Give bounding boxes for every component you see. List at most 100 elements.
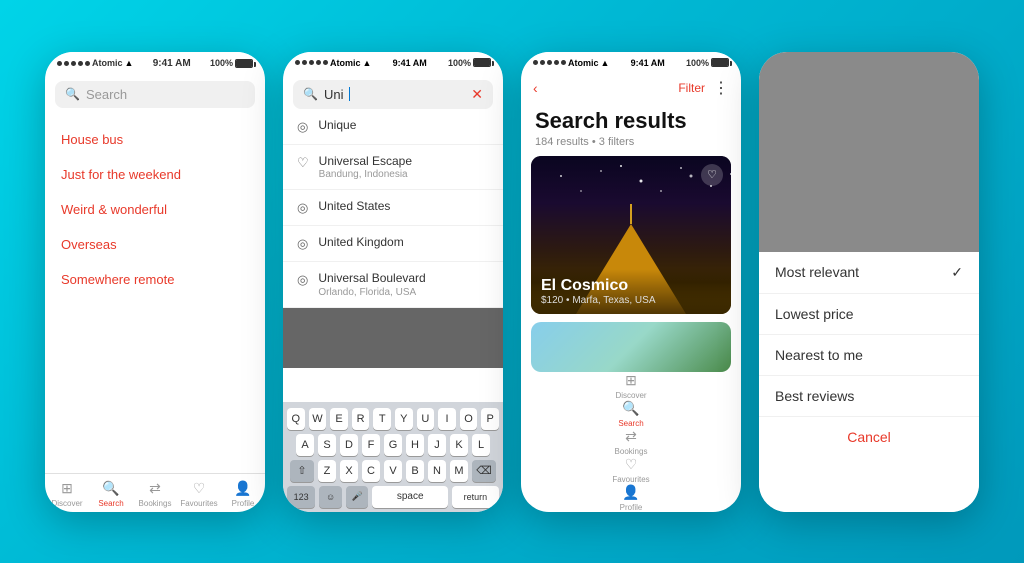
search-tab-icon: 🔍	[102, 480, 119, 497]
menu-item-house-bus[interactable]: House bus	[45, 122, 265, 157]
suggestions-list: ◎ Unique ♡ Universal Escape Bandung, Ind…	[283, 109, 503, 402]
key-n[interactable]: N	[428, 460, 446, 482]
suggestion-universal-escape[interactable]: ♡ Universal Escape Bandung, Indonesia	[283, 145, 503, 191]
wishlist-button[interactable]: ♡	[701, 164, 723, 186]
key-f[interactable]: F	[362, 434, 380, 456]
key-a[interactable]: A	[296, 434, 314, 456]
tab-search-3[interactable]: 🔍 Search	[521, 400, 741, 428]
sort-best-reviews[interactable]: Best reviews	[759, 376, 979, 417]
tab-favourites-label: Favourites	[180, 499, 217, 508]
check-icon: ✓	[951, 264, 963, 281]
key-s[interactable]: S	[318, 434, 336, 456]
tab-bookings-label: Bookings	[139, 499, 172, 508]
screen3-content: ‹ Filter ⋮ Search results 184 results • …	[521, 72, 741, 512]
key-u[interactable]: U	[417, 408, 435, 430]
key-c[interactable]: C	[362, 460, 380, 482]
key-123[interactable]: 123	[287, 486, 315, 508]
carrier-label-2: Atomic	[330, 58, 361, 68]
key-p[interactable]: P	[481, 408, 499, 430]
key-space[interactable]: space	[372, 486, 447, 508]
search-icon-2: 🔍	[303, 87, 318, 101]
more-button[interactable]: ⋮	[713, 78, 729, 98]
tab-profile-3[interactable]: 👤 Profile	[521, 484, 741, 512]
discover-icon: ⊞	[61, 480, 73, 497]
key-delete[interactable]: ⌫	[472, 460, 496, 482]
profile-icon: 👤	[234, 480, 251, 497]
search-placeholder: Search	[86, 87, 127, 102]
listing-card-el-cosmico[interactable]: El Cosmico $120 • Marfa, Texas, USA ♡	[531, 156, 731, 314]
menu-item-somewhere-remote[interactable]: Somewhere remote	[45, 262, 265, 297]
key-z[interactable]: Z	[318, 460, 336, 482]
kb-row-1: Q W E R T Y U I O P	[287, 408, 499, 430]
sort-most-relevant[interactable]: Most relevant ✓	[759, 252, 979, 294]
key-r[interactable]: R	[352, 408, 370, 430]
menu-item-just-weekend[interactable]: Just for the weekend	[45, 157, 265, 192]
menu-list: House bus Just for the weekend Weird & w…	[45, 118, 265, 473]
listing-card-2[interactable]	[531, 322, 731, 372]
search-typed-text: Uni	[324, 87, 344, 102]
sort-nearest-me[interactable]: Nearest to me	[759, 335, 979, 376]
signal-dots	[57, 61, 90, 66]
signal-dots-2	[295, 60, 328, 65]
tab-search[interactable]: 🔍 Search	[89, 480, 133, 508]
page-title: Search results	[521, 104, 741, 136]
filter-button[interactable]: Filter	[678, 81, 705, 95]
key-x[interactable]: X	[340, 460, 358, 482]
key-h[interactable]: H	[406, 434, 424, 456]
key-o[interactable]: O	[460, 408, 478, 430]
search-icon: 🔍	[65, 87, 80, 101]
suggestion-unique[interactable]: ◎ Unique	[283, 109, 503, 145]
key-y[interactable]: Y	[395, 408, 413, 430]
key-q[interactable]: Q	[287, 408, 305, 430]
menu-item-weird-wonderful[interactable]: Weird & wonderful	[45, 192, 265, 227]
suggestion-united-states[interactable]: ◎ United States	[283, 190, 503, 226]
tab-favourites[interactable]: ♡ Favourites	[177, 480, 221, 508]
sort-best-reviews-label: Best reviews	[775, 388, 854, 404]
key-k[interactable]: K	[450, 434, 468, 456]
key-g[interactable]: G	[384, 434, 402, 456]
key-emoji[interactable]: ☺	[319, 486, 342, 508]
key-j[interactable]: J	[428, 434, 446, 456]
status-bar-3: Atomic ▲ 9:41 AM 100%	[521, 52, 741, 72]
key-i[interactable]: I	[438, 408, 456, 430]
key-b[interactable]: B	[406, 460, 424, 482]
tab-bookings-3[interactable]: ⇄ Bookings	[521, 428, 741, 456]
status-bar-2: Atomic ▲ 9:41 AM 100%	[283, 52, 503, 72]
card-price: $120	[541, 295, 563, 306]
clear-search-button[interactable]: ✕	[471, 86, 483, 103]
signal-dots-3	[533, 60, 566, 65]
key-shift[interactable]: ⇧	[290, 460, 314, 482]
cancel-button[interactable]: Cancel	[759, 417, 979, 457]
suggestion-universal-boulevard[interactable]: ◎ Universal Boulevard Orlando, Florida, …	[283, 262, 503, 308]
tab-profile[interactable]: 👤 Profile	[221, 480, 265, 508]
key-d[interactable]: D	[340, 434, 358, 456]
key-w[interactable]: W	[309, 408, 327, 430]
key-mic[interactable]: 🎤	[346, 486, 369, 508]
key-t[interactable]: T	[373, 408, 391, 430]
key-l[interactable]: L	[472, 434, 490, 456]
suggestion-united-kingdom-text: United Kingdom	[318, 235, 403, 251]
key-v[interactable]: V	[384, 460, 402, 482]
battery-icon	[235, 59, 253, 68]
key-return[interactable]: return	[452, 486, 499, 508]
kb-row-2: A S D F G H J K L	[287, 434, 499, 456]
key-e[interactable]: E	[330, 408, 348, 430]
suggestion-universal-boulevard-text: Universal Boulevard	[318, 271, 425, 287]
tab-bookings[interactable]: ⇄ Bookings	[133, 480, 177, 508]
search-bar-1[interactable]: 🔍 Search	[55, 81, 255, 108]
sort-lowest-price[interactable]: Lowest price	[759, 294, 979, 335]
menu-item-overseas[interactable]: Overseas	[45, 227, 265, 262]
tab-discover-3[interactable]: ⊞ Discover	[521, 372, 741, 400]
tab-discover[interactable]: ⊞ Discover	[45, 480, 89, 508]
battery-indicator: 100%	[210, 58, 253, 68]
screen4-top-image	[759, 52, 979, 252]
wifi-icon-3: ▲	[601, 58, 610, 68]
search-bar-2[interactable]: 🔍 Uni ✕	[293, 80, 493, 109]
phone-screen-1: Atomic ▲ 9:41 AM 100% 🔍 Search House bus…	[45, 52, 265, 512]
key-m[interactable]: M	[450, 460, 468, 482]
back-button[interactable]: ‹	[533, 80, 538, 96]
time-label: 9:41 AM	[153, 58, 191, 69]
tab-favourites-3[interactable]: ♡ Favourites	[521, 456, 741, 484]
suggestion-united-kingdom[interactable]: ◎ United Kingdom	[283, 226, 503, 262]
status-left: Atomic ▲	[57, 58, 133, 68]
